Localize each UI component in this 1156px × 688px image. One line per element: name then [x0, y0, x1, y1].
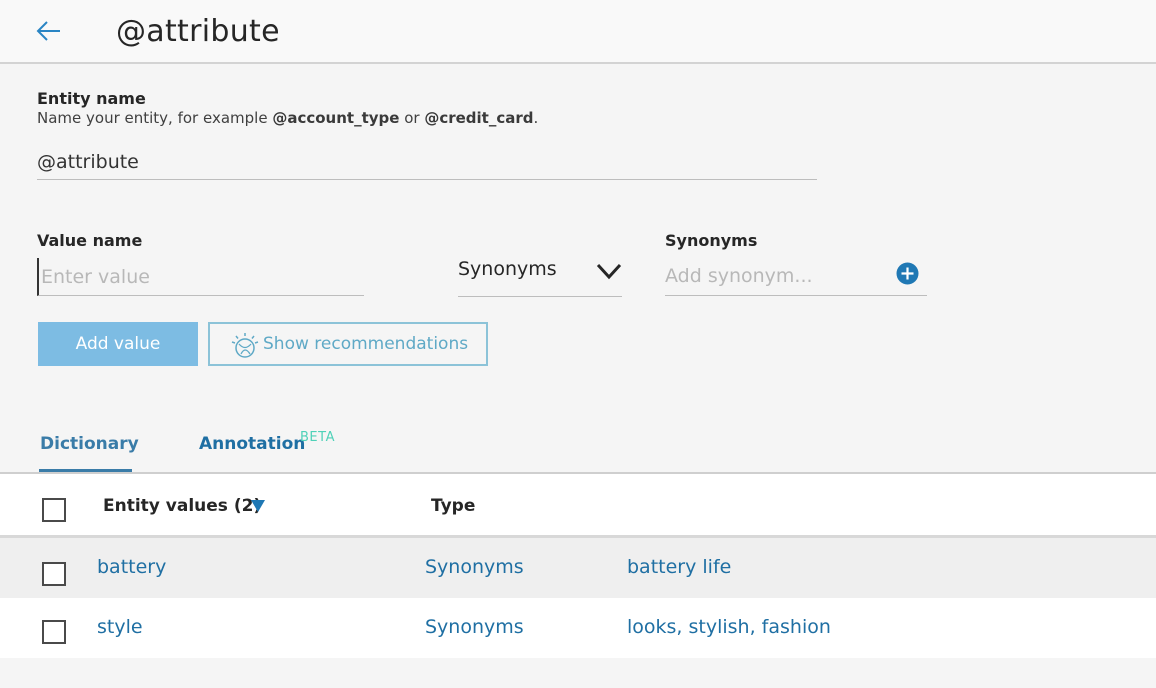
table-header: Entity values (2) Type [0, 474, 1156, 538]
column-header-entity-values[interactable]: Entity values (2) [103, 496, 261, 516]
entity-editor-page: @attribute Entity name Name your entity,… [0, 0, 1156, 688]
type-cell: Synonyms [425, 556, 524, 578]
entity-name-label: Entity name [37, 89, 146, 108]
show-recommendations-label: Show recommendations [263, 334, 469, 354]
synonyms-cell: battery life [627, 556, 732, 578]
synonyms-cell: looks, stylish, fashion [627, 616, 831, 638]
chevron-down-icon [596, 263, 622, 280]
type-cell: Synonyms [425, 616, 524, 638]
entity-name-input[interactable] [37, 144, 817, 180]
value-name-input[interactable] [37, 258, 364, 296]
helper-text-suffix: . [533, 109, 539, 127]
synonyms-label: Synonyms [665, 231, 758, 250]
page-title: @attribute [116, 14, 280, 49]
table-row: style Synonyms looks, stylish, fashion [0, 598, 1156, 658]
page-header: @attribute [0, 0, 1156, 64]
value-type-selected: Synonyms [458, 258, 557, 280]
show-recommendations-button[interactable]: Show recommendations [208, 322, 488, 366]
beta-badge: BETA [300, 430, 335, 445]
column-header-type: Type [431, 496, 476, 516]
value-type-select[interactable]: Synonyms [458, 252, 622, 297]
entity-value-cell[interactable]: battery [97, 556, 166, 578]
row-checkbox[interactable] [42, 620, 66, 644]
entity-value-cell[interactable]: style [97, 616, 143, 638]
table-row: battery Synonyms battery life [0, 538, 1156, 598]
helper-example-credit-card: @credit_card [424, 109, 534, 127]
value-name-label: Value name [37, 231, 143, 250]
back-button[interactable] [32, 14, 66, 48]
row-checkbox[interactable] [42, 562, 66, 586]
add-synonym-icon[interactable] [896, 262, 919, 285]
select-all-checkbox[interactable] [42, 498, 66, 522]
helper-text-or: or [399, 109, 425, 127]
watson-icon [231, 333, 259, 358]
helper-text-prefix: Name your entity, for example [37, 109, 273, 127]
add-value-button[interactable]: Add value [38, 322, 198, 366]
arrow-left-icon [36, 21, 60, 41]
helper-example-account-type: @account_type [272, 109, 400, 127]
entity-name-helper: Name your entity, for example @account_t… [37, 109, 538, 127]
synonym-input[interactable] [665, 256, 927, 296]
tab-dictionary[interactable]: Dictionary [40, 434, 139, 454]
tab-annotation[interactable]: Annotation [199, 434, 305, 454]
sort-descending-icon[interactable] [251, 500, 265, 512]
